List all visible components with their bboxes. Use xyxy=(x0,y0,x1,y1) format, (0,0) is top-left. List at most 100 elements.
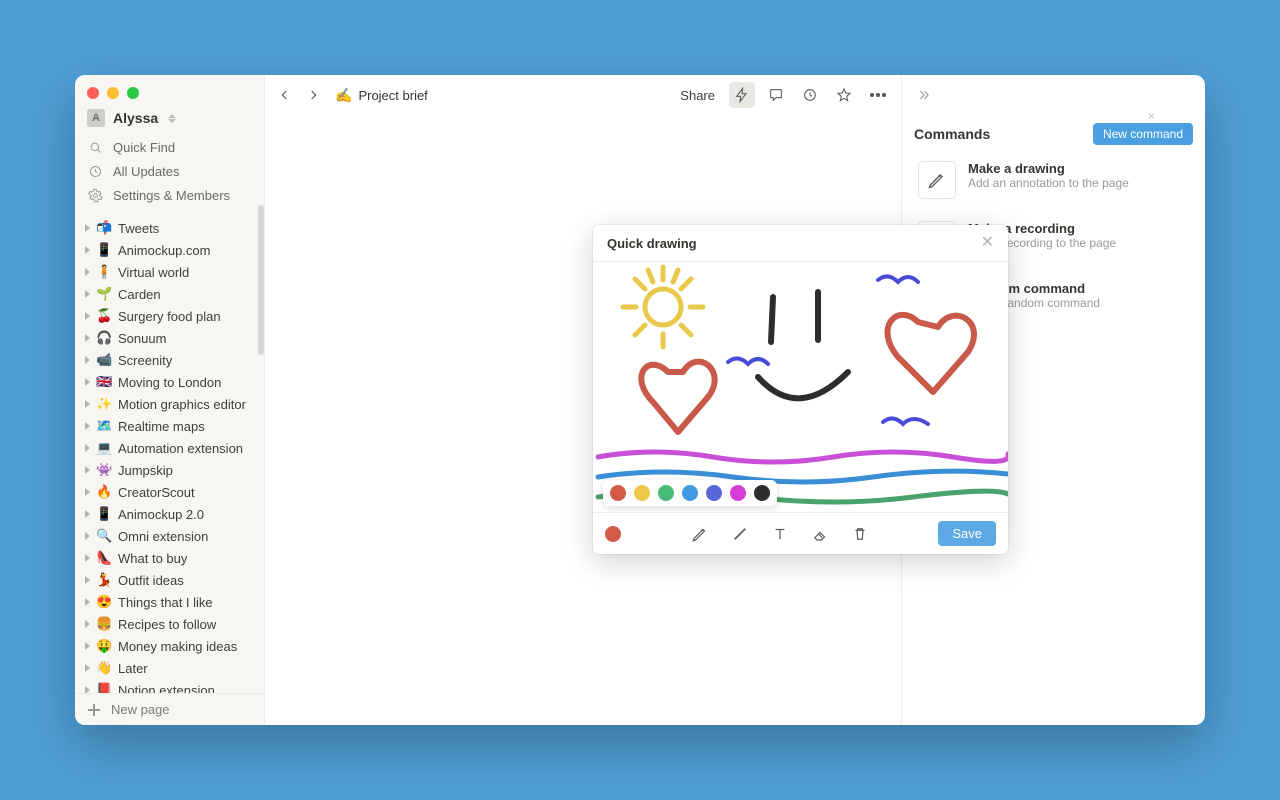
color-swatch[interactable] xyxy=(610,485,626,501)
page-item-emoji: 📕 xyxy=(96,682,112,693)
sidebar-page-item[interactable]: 🔍 Omni extension xyxy=(75,525,264,547)
chevron-right-icon xyxy=(85,312,90,320)
page-item-label: Money making ideas xyxy=(118,639,237,654)
clock-icon xyxy=(87,163,103,179)
new-page-button[interactable]: New page xyxy=(75,693,264,725)
more-button[interactable] xyxy=(865,82,891,108)
color-swatch[interactable] xyxy=(658,485,674,501)
command-subtitle: Add an annotation to the page xyxy=(968,176,1129,190)
page-item-label: Realtime maps xyxy=(118,419,205,434)
chevron-right-icon xyxy=(85,664,90,672)
sidebar-page-item[interactable]: 🔥 CreatorScout xyxy=(75,481,264,503)
favorite-button[interactable] xyxy=(831,82,857,108)
sidebar-scrollbar[interactable] xyxy=(258,205,264,355)
sidebar-page-item[interactable]: 🤑 Money making ideas xyxy=(75,635,264,657)
pencil-tool-button[interactable] xyxy=(690,524,710,544)
sidebar-page-item[interactable]: 🧍 Virtual world xyxy=(75,261,264,283)
command-item[interactable]: Make a drawing Add an annotation to the … xyxy=(914,155,1193,205)
page-item-label: Motion graphics editor xyxy=(118,397,246,412)
text-tool-button[interactable] xyxy=(770,524,790,544)
page-item-label: Jumpskip xyxy=(118,463,173,478)
page-item-label: Recipes to follow xyxy=(118,617,216,632)
page-item-emoji: 🇬🇧 xyxy=(96,374,112,390)
breadcrumb[interactable]: ✍️ Project brief xyxy=(335,87,428,104)
sidebar-page-item[interactable]: 📱 Animockup 2.0 xyxy=(75,503,264,525)
page-item-label: Notion extension xyxy=(118,683,215,694)
save-button[interactable]: Save xyxy=(938,521,996,546)
page-item-label: What to buy xyxy=(118,551,187,566)
sidebar-page-item[interactable]: 🗺️ Realtime maps xyxy=(75,415,264,437)
sidebar-page-item[interactable]: 📹 Screenity xyxy=(75,349,264,371)
nav-back-button[interactable] xyxy=(275,85,295,105)
chevron-right-icon xyxy=(85,356,90,364)
page-item-label: Surgery food plan xyxy=(118,309,221,324)
comments-button[interactable] xyxy=(763,82,789,108)
color-swatch[interactable] xyxy=(682,485,698,501)
eraser-tool-button[interactable] xyxy=(810,524,830,544)
selector-icon xyxy=(166,112,178,124)
sidebar-page-item[interactable]: 🍒 Surgery food plan xyxy=(75,305,264,327)
sidebar-page-item[interactable]: 👠 What to buy xyxy=(75,547,264,569)
chevron-right-icon xyxy=(85,466,90,474)
updates-button[interactable] xyxy=(797,82,823,108)
main-area: ✍️ Project brief Share Qui xyxy=(265,75,901,725)
sidebar-page-item[interactable]: ✨ Motion graphics editor xyxy=(75,393,264,415)
all-updates-label: All Updates xyxy=(113,164,179,179)
color-swatch[interactable] xyxy=(706,485,722,501)
settings-link[interactable]: Settings & Members xyxy=(75,183,264,207)
page-item-emoji: 🤑 xyxy=(96,638,112,654)
page-item-label: Omni extension xyxy=(118,529,208,544)
nav-forward-button[interactable] xyxy=(303,85,323,105)
sidebar-page-item[interactable]: 👾 Jumpskip xyxy=(75,459,264,481)
page-emoji: ✍️ xyxy=(335,87,352,104)
sidebar-page-item[interactable]: 💃 Outfit ideas xyxy=(75,569,264,591)
chevron-right-icon xyxy=(85,620,90,628)
color-palette xyxy=(603,480,777,506)
page-item-emoji: 👠 xyxy=(96,550,112,566)
sidebar-page-item[interactable]: 👋 Later xyxy=(75,657,264,679)
chevron-right-icon xyxy=(85,268,90,276)
delete-tool-button[interactable] xyxy=(850,524,870,544)
drawing-canvas[interactable] xyxy=(593,262,1008,512)
sidebar-page-item[interactable]: 🇬🇧 Moving to London xyxy=(75,371,264,393)
all-updates-link[interactable]: All Updates xyxy=(75,159,264,183)
modal-close-button[interactable]: ✕ xyxy=(981,235,994,251)
page-item-emoji: ✨ xyxy=(96,396,112,412)
minimize-window-button[interactable] xyxy=(107,87,119,99)
color-swatch[interactable] xyxy=(754,485,770,501)
collapse-panel-button[interactable] xyxy=(914,85,934,105)
current-color-indicator[interactable] xyxy=(605,526,621,542)
page-item-emoji: 😍 xyxy=(96,594,112,610)
page-item-label: Screenity xyxy=(118,353,172,368)
sidebar-page-item[interactable]: 🍔 Recipes to follow xyxy=(75,613,264,635)
topbar: ✍️ Project brief Share xyxy=(265,75,901,115)
close-window-button[interactable] xyxy=(87,87,99,99)
window-controls xyxy=(75,75,264,105)
chevron-right-icon xyxy=(85,334,90,342)
new-command-button[interactable]: New command xyxy=(1093,123,1193,145)
workspace-switcher[interactable]: A Alyssa xyxy=(75,105,264,135)
sidebar-page-item[interactable]: 📕 Notion extension xyxy=(75,679,264,693)
page-list[interactable]: 📬 Tweets 📱 Animockup.com 🧍 Virtual world… xyxy=(75,217,264,693)
sidebar-page-item[interactable]: 🌱 Carden xyxy=(75,283,264,305)
page-item-emoji: 📱 xyxy=(96,506,112,522)
share-button[interactable]: Share xyxy=(674,84,721,107)
maximize-window-button[interactable] xyxy=(127,87,139,99)
sidebar-page-item[interactable]: 💻 Automation extension xyxy=(75,437,264,459)
line-tool-button[interactable] xyxy=(730,524,750,544)
color-swatch[interactable] xyxy=(730,485,746,501)
chevron-right-icon xyxy=(85,686,90,693)
color-swatch[interactable] xyxy=(634,485,650,501)
sidebar-page-item[interactable]: 📱 Animockup.com xyxy=(75,239,264,261)
page-item-emoji: 🧍 xyxy=(96,264,112,280)
sidebar-page-item[interactable]: 📬 Tweets xyxy=(75,217,264,239)
commands-title: Commands xyxy=(914,126,990,142)
chevron-right-icon xyxy=(85,246,90,254)
sidebar-page-item[interactable]: 🎧 Sonuum xyxy=(75,327,264,349)
sidebar-page-item[interactable]: 😍 Things that I like xyxy=(75,591,264,613)
modal-header: Quick drawing ✕ xyxy=(593,225,1008,262)
close-hint[interactable]: × xyxy=(1148,109,1155,123)
quick-find-link[interactable]: Quick Find xyxy=(75,135,264,159)
commands-toggle-button[interactable] xyxy=(729,82,755,108)
page-item-emoji: 👋 xyxy=(96,660,112,676)
